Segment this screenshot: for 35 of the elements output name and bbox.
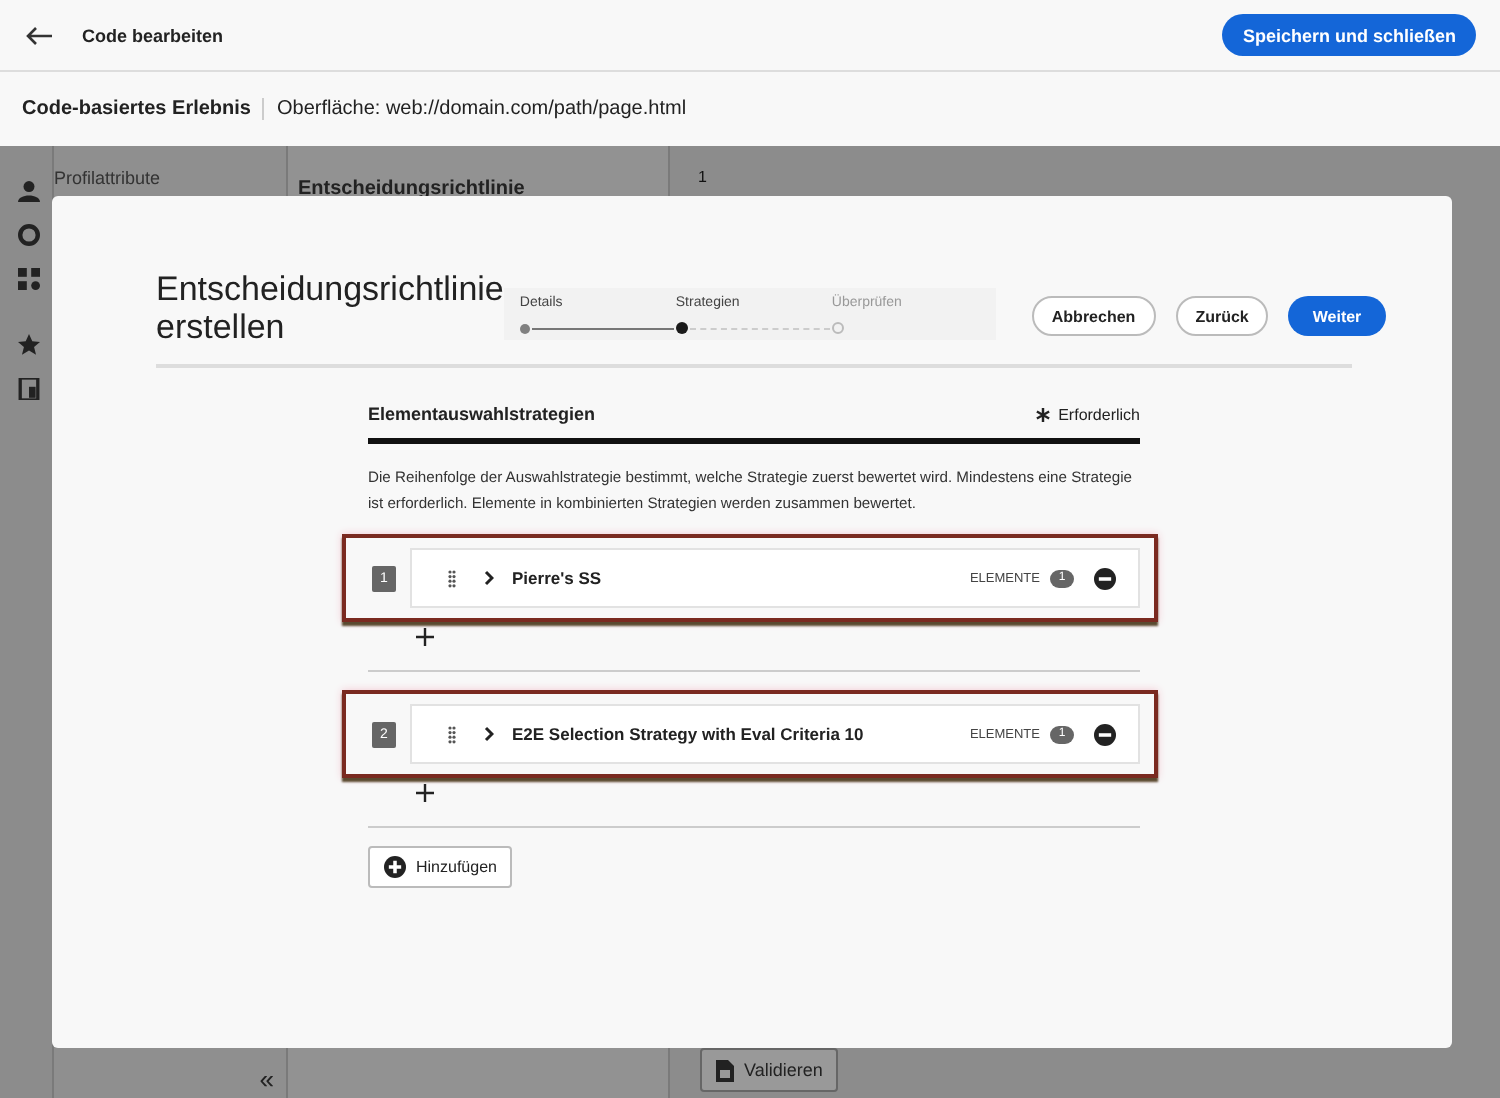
target-icon[interactable] — [18, 224, 40, 246]
validate-button[interactable]: Validieren — [700, 1048, 839, 1092]
panel-title: Entscheidungsrichtlinie — [298, 178, 525, 200]
plus-icon[interactable] — [416, 628, 434, 646]
add-button[interactable]: Hinzufügen — [368, 846, 513, 888]
asterisk-icon — [1036, 407, 1051, 421]
dialog-title: Entscheidungsrichtlinie erstellen — [156, 270, 504, 346]
required-note: Erforderlich — [1058, 405, 1140, 423]
dialog-button[interactable]: Zurück — [1175, 296, 1269, 336]
add-circle-icon — [384, 856, 406, 878]
drag-handle-icon[interactable] — [448, 569, 456, 587]
plus-icon[interactable] — [416, 784, 434, 802]
surface-url: Oberfläche: web://domain.com/path/page.html — [276, 98, 687, 120]
strategy-name: Pierre's SS — [512, 568, 602, 588]
sidebar-item[interactable]: Profilattribute — [54, 168, 161, 188]
chevron-right-icon[interactable] — [484, 726, 494, 742]
star-icon[interactable] — [18, 334, 40, 356]
dialog-button[interactable]: Abbrechen — [1031, 296, 1156, 336]
document-icon[interactable] — [18, 378, 40, 400]
strategy-name: E2E Selection Strategy with Eval Criteria 10 — [512, 724, 864, 744]
save-close-button[interactable]: Speichern und schließen — [1222, 14, 1476, 56]
section-title: Elementauswahlstrategien — [368, 404, 596, 424]
remove-icon[interactable] — [1094, 723, 1116, 745]
drag-handle-icon[interactable] — [448, 725, 456, 743]
grid-icon[interactable] — [18, 268, 40, 290]
next-button[interactable]: Weiter — [1288, 296, 1386, 336]
back-arrow-icon[interactable] — [26, 25, 54, 45]
chevron-right-icon[interactable] — [484, 570, 494, 586]
document-icon — [716, 1059, 734, 1081]
line-number: 1 — [698, 168, 707, 188]
remove-icon[interactable] — [1094, 567, 1116, 589]
collapse-button[interactable]: « — [259, 1064, 274, 1094]
person-icon[interactable] — [18, 180, 40, 202]
experience-title: Code-basiertes Erlebnis — [22, 98, 265, 120]
page-title: Code bearbeiten — [82, 25, 224, 45]
